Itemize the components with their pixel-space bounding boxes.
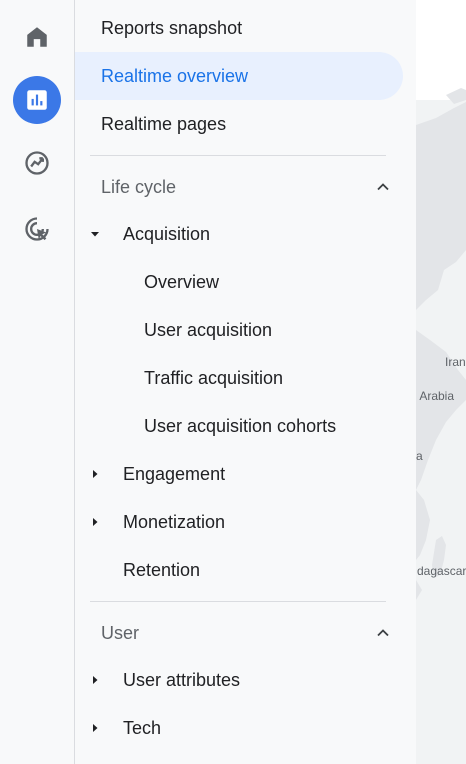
nav-user-attributes[interactable]: User attributes: [123, 656, 240, 704]
map-label-iran: Iran: [445, 355, 466, 369]
caret-right-icon[interactable]: [90, 675, 100, 685]
section-life-cycle[interactable]: Life cycle: [101, 163, 391, 211]
caret-down-icon[interactable]: [90, 229, 100, 239]
report-navigation: Reports snapshot Realtime overview Realt…: [75, 0, 416, 764]
caret-right-icon[interactable]: [90, 723, 100, 733]
nav-acquisition[interactable]: Acquisition: [123, 210, 210, 258]
world-map: Iran i Arabia a dagascar: [416, 0, 466, 764]
explore-icon: [25, 151, 49, 175]
section-life-cycle-label: Life cycle: [101, 176, 177, 197]
caret-right-icon[interactable]: [90, 517, 100, 527]
nav-user-acquisition-cohorts[interactable]: User acquisition cohorts: [144, 402, 336, 450]
divider: [90, 601, 386, 602]
advertising-button[interactable]: [13, 205, 61, 253]
map-label-region: a: [416, 449, 423, 463]
reports-icon: [27, 90, 47, 110]
map-label-saudi-arabia: i Arabia: [416, 389, 455, 403]
nav-reports-snapshot[interactable]: Reports snapshot: [101, 4, 242, 52]
section-user-label: User: [101, 622, 140, 643]
nav-tech[interactable]: Tech: [123, 704, 161, 752]
nav-realtime-overview[interactable]: Realtime overview: [75, 52, 403, 100]
divider: [90, 155, 386, 156]
explore-button[interactable]: [13, 139, 61, 187]
nav-realtime-overview-label: Realtime overview: [101, 65, 249, 86]
chevron-up-icon[interactable]: [375, 625, 391, 641]
advertising-icon: [25, 217, 49, 241]
nav-engagement[interactable]: Engagement: [123, 450, 225, 498]
section-user[interactable]: User: [101, 609, 391, 657]
map-land: [416, 88, 466, 600]
nav-traffic-acquisition[interactable]: Traffic acquisition: [144, 354, 283, 402]
nav-user-acquisition[interactable]: User acquisition: [144, 306, 272, 354]
icon-rail: [0, 0, 75, 764]
caret-right-icon[interactable]: [90, 469, 100, 479]
nav-acquisition-overview[interactable]: Overview: [144, 258, 219, 306]
chevron-up-icon[interactable]: [375, 179, 391, 195]
home-icon: [27, 27, 47, 47]
reports-button[interactable]: [13, 76, 61, 124]
home-button[interactable]: [13, 13, 61, 61]
nav-realtime-pages[interactable]: Realtime pages: [101, 100, 226, 148]
nav-retention[interactable]: Retention: [123, 546, 200, 594]
nav-monetization[interactable]: Monetization: [123, 498, 225, 546]
map-label-madagascar: dagascar: [417, 564, 466, 578]
